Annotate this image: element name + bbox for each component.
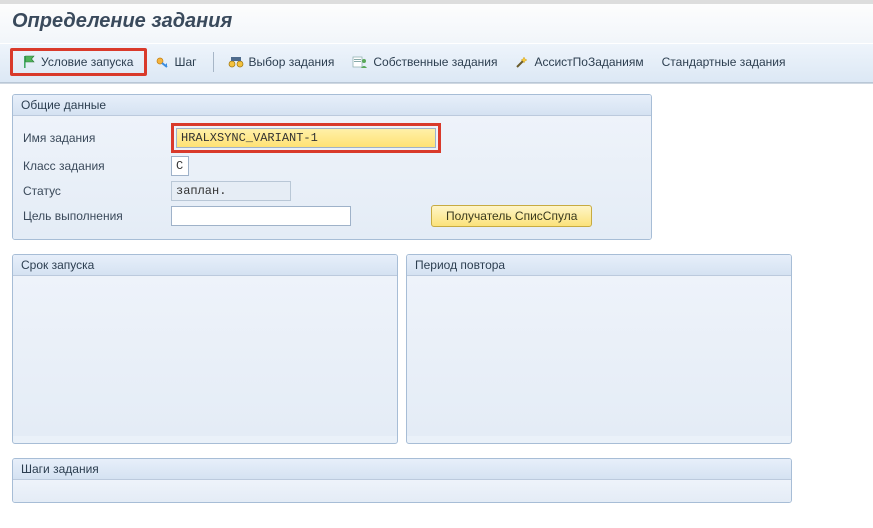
toolbar-label: АссистПоЗаданиям xyxy=(534,55,643,69)
user-list-icon xyxy=(352,55,368,69)
job-name-label: Имя задания xyxy=(21,131,171,145)
start-condition-button[interactable]: Условие запуска xyxy=(14,52,141,72)
job-selection-button[interactable]: Выбор задания xyxy=(220,52,343,72)
own-jobs-button[interactable]: Собственные задания xyxy=(344,52,505,72)
toolbar-separator xyxy=(213,52,214,72)
job-name-input[interactable] xyxy=(176,128,436,148)
content-area: Общие данные Имя задания Класс задания С… xyxy=(0,84,873,527)
group-body xyxy=(13,276,397,436)
row-status: Статус заплан. xyxy=(21,179,643,203)
step-button[interactable]: Шаг xyxy=(147,52,204,72)
toolbar-label: Стандартные задания xyxy=(662,55,786,69)
row-job-name: Имя задания xyxy=(21,123,643,153)
page-title: Определение задания xyxy=(0,4,873,43)
toolbar-label: Шаг xyxy=(174,55,196,69)
highlight-start-condition: Условие запуска xyxy=(10,48,147,76)
exec-target-label: Цель выполнения xyxy=(21,209,171,223)
toolbar-label: Собственные задания xyxy=(373,55,497,69)
status-label: Статус xyxy=(21,184,171,198)
row-exec-target: Цель выполнения Получатель СписСпула xyxy=(21,204,643,228)
job-class-input[interactable] xyxy=(171,156,189,176)
two-column-area: Срок запуска Период повтора xyxy=(12,254,792,458)
group-title: Период повтора xyxy=(407,255,791,276)
group-body xyxy=(407,276,791,436)
exec-target-input[interactable] xyxy=(171,206,351,226)
highlight-job-name xyxy=(171,123,441,153)
group-body: Имя задания Класс задания Статус заплан.… xyxy=(13,116,651,239)
job-steps-group: Шаги задания xyxy=(12,458,792,503)
step-icon xyxy=(155,55,169,69)
toolbar-label: Условие запуска xyxy=(41,55,133,69)
job-class-label: Класс задания xyxy=(21,159,171,173)
binoculars-icon xyxy=(228,55,244,69)
spool-recipient-button[interactable]: Получатель СписСпула xyxy=(431,205,592,227)
general-data-group: Общие данные Имя задания Класс задания С… xyxy=(12,94,652,240)
group-body xyxy=(13,480,791,502)
header-area: Определение задания Условие запуска xyxy=(0,4,873,84)
job-wizard-button[interactable]: АссистПоЗаданиям xyxy=(507,52,651,72)
toolbar: Условие запуска Шаг xyxy=(0,43,873,83)
toolbar-label: Выбор задания xyxy=(249,55,335,69)
flag-icon xyxy=(22,55,36,69)
row-job-class: Класс задания xyxy=(21,154,643,178)
status-value: заплан. xyxy=(171,181,291,201)
wand-icon xyxy=(515,55,529,69)
group-title: Срок запуска xyxy=(13,255,397,276)
group-title: Общие данные xyxy=(13,95,651,116)
repeat-period-group: Период повтора xyxy=(406,254,792,444)
sap-screen: Определение задания Условие запуска xyxy=(0,0,873,528)
start-time-group: Срок запуска xyxy=(12,254,398,444)
standard-jobs-button[interactable]: Стандартные задания xyxy=(654,52,794,72)
group-title: Шаги задания xyxy=(13,459,791,480)
